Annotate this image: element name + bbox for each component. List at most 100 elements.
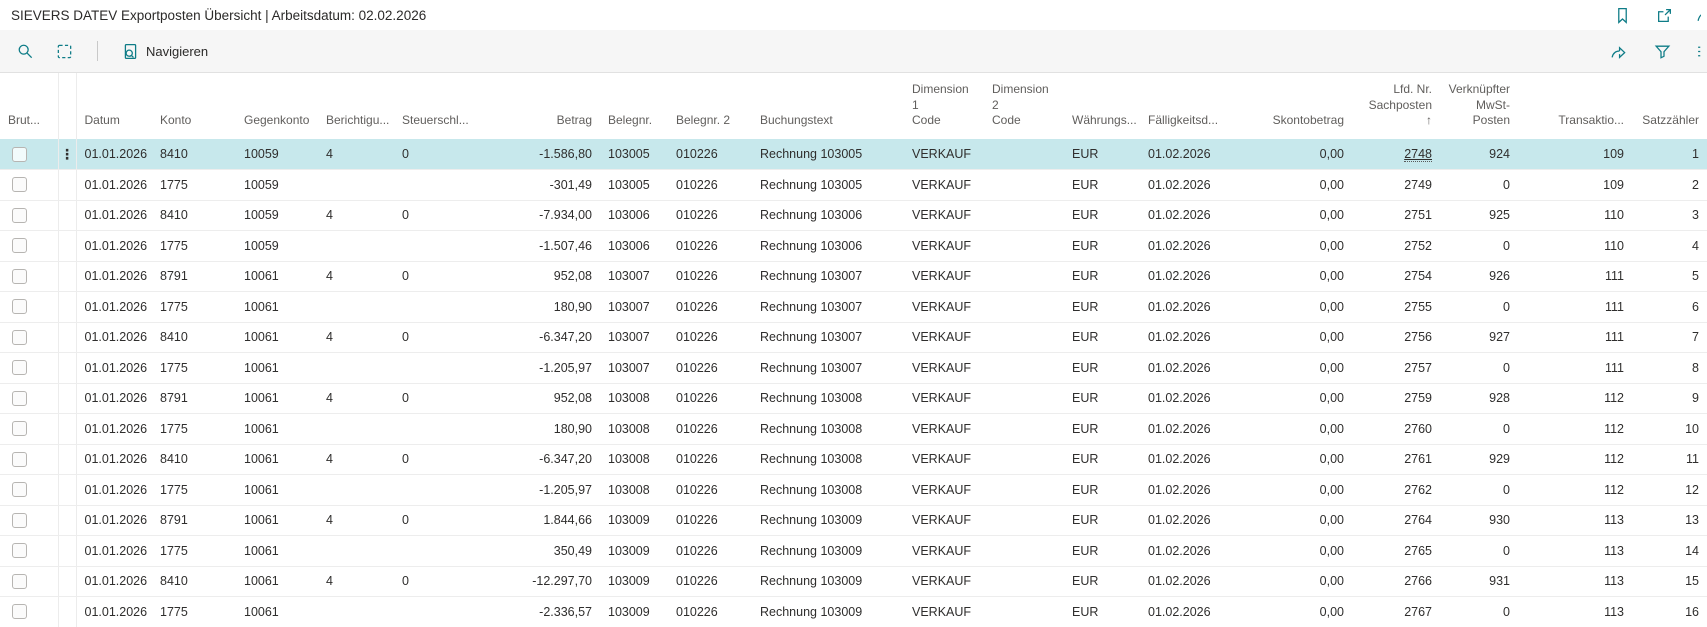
cell-buchungstext[interactable]: Rechnung 103007 — [752, 353, 904, 384]
cell-faelligkeit[interactable]: 01.02.2026 — [1140, 505, 1240, 536]
cell-skontobetrag[interactable]: 0,00 — [1240, 536, 1352, 567]
cell-konto[interactable]: 1775 — [152, 475, 236, 506]
column-header-brutto[interactable]: Brut... — [0, 73, 58, 139]
cell-mwstposten[interactable]: 928 — [1440, 383, 1518, 414]
cell-betrag[interactable]: -301,49 — [470, 170, 600, 201]
cell-buchungstext[interactable]: Rechnung 103005 — [752, 139, 904, 170]
cell-faelligkeit[interactable]: 01.02.2026 — [1140, 475, 1240, 506]
cell-dimension1code[interactable]: VERKAUF — [904, 383, 984, 414]
cell-buchungstext[interactable]: Rechnung 103007 — [752, 292, 904, 323]
cell-buchungstext[interactable]: Rechnung 103008 — [752, 475, 904, 506]
table-row[interactable]: 01.01.202684101006140-6.347,201030070102… — [0, 322, 1707, 353]
cell-transaktion[interactable]: 112 — [1518, 444, 1632, 475]
cell-dimension2code[interactable] — [984, 444, 1064, 475]
cell-waehrung[interactable]: EUR — [1064, 597, 1140, 627]
cell-lfdnr[interactable]: 2761 — [1352, 444, 1440, 475]
cell-datum[interactable]: 01.01.2026 — [76, 231, 152, 262]
cell-berichtigung[interactable]: 4 — [318, 200, 394, 231]
cell-satzzaehler[interactable]: 10 — [1632, 414, 1707, 445]
column-header-konto[interactable]: Konto — [152, 73, 236, 139]
cell-belegnr[interactable]: 103009 — [600, 505, 668, 536]
cell-lfdnr[interactable]: 2748 — [1352, 139, 1440, 170]
cell-mwstposten[interactable]: 927 — [1440, 322, 1518, 353]
cell-mwstposten[interactable]: 0 — [1440, 475, 1518, 506]
cell-gegenkonto[interactable]: 10061 — [236, 536, 318, 567]
cell-waehrung[interactable]: EUR — [1064, 231, 1140, 262]
cell-buchungstext[interactable]: Rechnung 103009 — [752, 597, 904, 627]
bookmark-icon[interactable] — [1612, 5, 1632, 25]
column-header-datum[interactable]: Datum — [76, 73, 152, 139]
navigate-button[interactable]: Navigieren — [116, 36, 214, 66]
cell-berichtigung[interactable]: 4 — [318, 444, 394, 475]
cell-faelligkeit[interactable]: 01.02.2026 — [1140, 414, 1240, 445]
cell-buchungstext[interactable]: Rechnung 103007 — [752, 261, 904, 292]
cell-gegenkonto[interactable]: 10059 — [236, 200, 318, 231]
cell-buchungstext[interactable]: Rechnung 103005 — [752, 170, 904, 201]
cell-berichtigung[interactable]: 4 — [318, 383, 394, 414]
cell-betrag[interactable]: 1.844,66 — [470, 505, 600, 536]
cell-skontobetrag[interactable]: 0,00 — [1240, 170, 1352, 201]
cell-belegnr[interactable]: 103008 — [600, 475, 668, 506]
cell-buchungstext[interactable]: Rechnung 103009 — [752, 505, 904, 536]
cell-steuerschluessel[interactable]: 0 — [394, 261, 470, 292]
cell-waehrung[interactable]: EUR — [1064, 292, 1140, 323]
cell-transaktion[interactable]: 110 — [1518, 200, 1632, 231]
cell-betrag[interactable]: -6.347,20 — [470, 444, 600, 475]
row-checkbox[interactable] — [12, 574, 27, 589]
cell-belegnr2[interactable]: 010226 — [668, 170, 752, 201]
cell-dimension2code[interactable] — [984, 566, 1064, 597]
share-icon[interactable] — [1608, 41, 1628, 61]
table-row[interactable]: 01.01.202684101005940-7.934,001030060102… — [0, 200, 1707, 231]
cell-transaktion[interactable]: 113 — [1518, 505, 1632, 536]
cell-transaktion[interactable]: 113 — [1518, 597, 1632, 627]
cell-belegnr[interactable]: 103005 — [600, 139, 668, 170]
cell-konto[interactable]: 8410 — [152, 322, 236, 353]
cell-satzzaehler[interactable]: 9 — [1632, 383, 1707, 414]
cell-steuerschluessel[interactable]: 0 — [394, 505, 470, 536]
cell-mwstposten[interactable]: 0 — [1440, 353, 1518, 384]
cell-konto[interactable]: 1775 — [152, 231, 236, 262]
table-row[interactable]: 01.01.2026177510061350,49103009010226Rec… — [0, 536, 1707, 567]
cell-dimension2code[interactable] — [984, 475, 1064, 506]
cell-steuerschluessel[interactable] — [394, 292, 470, 323]
cell-lfdnr[interactable]: 2755 — [1352, 292, 1440, 323]
cell-dimension1code[interactable]: VERKAUF — [904, 261, 984, 292]
cell-betrag[interactable]: -6.347,20 — [470, 322, 600, 353]
cell-belegnr[interactable]: 103005 — [600, 170, 668, 201]
cell-datum[interactable]: 01.01.2026 — [76, 444, 152, 475]
column-header-satzzaehler[interactable]: Satzzähler — [1632, 73, 1707, 139]
open-in-new-window-icon[interactable] — [1654, 5, 1674, 25]
cell-buchungstext[interactable]: Rechnung 103008 — [752, 444, 904, 475]
cell-satzzaehler[interactable]: 4 — [1632, 231, 1707, 262]
table-row[interactable]: 01.01.2026879110061401.844,6610300901022… — [0, 505, 1707, 536]
cell-transaktion[interactable]: 111 — [1518, 322, 1632, 353]
cell-lfdnr[interactable]: 2760 — [1352, 414, 1440, 445]
cell-konto[interactable]: 8791 — [152, 505, 236, 536]
cell-belegnr2[interactable]: 010226 — [668, 353, 752, 384]
cell-waehrung[interactable]: EUR — [1064, 200, 1140, 231]
cell-satzzaehler[interactable]: 3 — [1632, 200, 1707, 231]
cell-dimension2code[interactable] — [984, 231, 1064, 262]
cell-lfdnr[interactable]: 2767 — [1352, 597, 1440, 627]
row-checkbox[interactable] — [12, 177, 27, 192]
cell-dimension2code[interactable] — [984, 292, 1064, 323]
cell-mwstposten[interactable]: 0 — [1440, 170, 1518, 201]
row-checkbox[interactable] — [12, 513, 27, 528]
cell-dimension2code[interactable] — [984, 139, 1064, 170]
cell-steuerschluessel[interactable] — [394, 353, 470, 384]
row-checkbox[interactable] — [12, 208, 27, 223]
cell-dimension2code[interactable] — [984, 505, 1064, 536]
cell-skontobetrag[interactable]: 0,00 — [1240, 139, 1352, 170]
cell-belegnr[interactable]: 103007 — [600, 292, 668, 323]
cell-dimension1code[interactable]: VERKAUF — [904, 597, 984, 627]
column-header-waehrung[interactable]: Währungs... — [1064, 73, 1140, 139]
cell-faelligkeit[interactable]: 01.02.2026 — [1140, 566, 1240, 597]
cell-transaktion[interactable]: 111 — [1518, 261, 1632, 292]
cell-steuerschluessel[interactable]: 0 — [394, 444, 470, 475]
cell-gegenkonto[interactable]: 10061 — [236, 383, 318, 414]
cell-betrag[interactable]: 350,49 — [470, 536, 600, 567]
cell-transaktion[interactable]: 113 — [1518, 566, 1632, 597]
cell-berichtigung[interactable]: 4 — [318, 139, 394, 170]
cell-steuerschluessel[interactable]: 0 — [394, 566, 470, 597]
cell-datum[interactable]: 01.01.2026 — [76, 261, 152, 292]
